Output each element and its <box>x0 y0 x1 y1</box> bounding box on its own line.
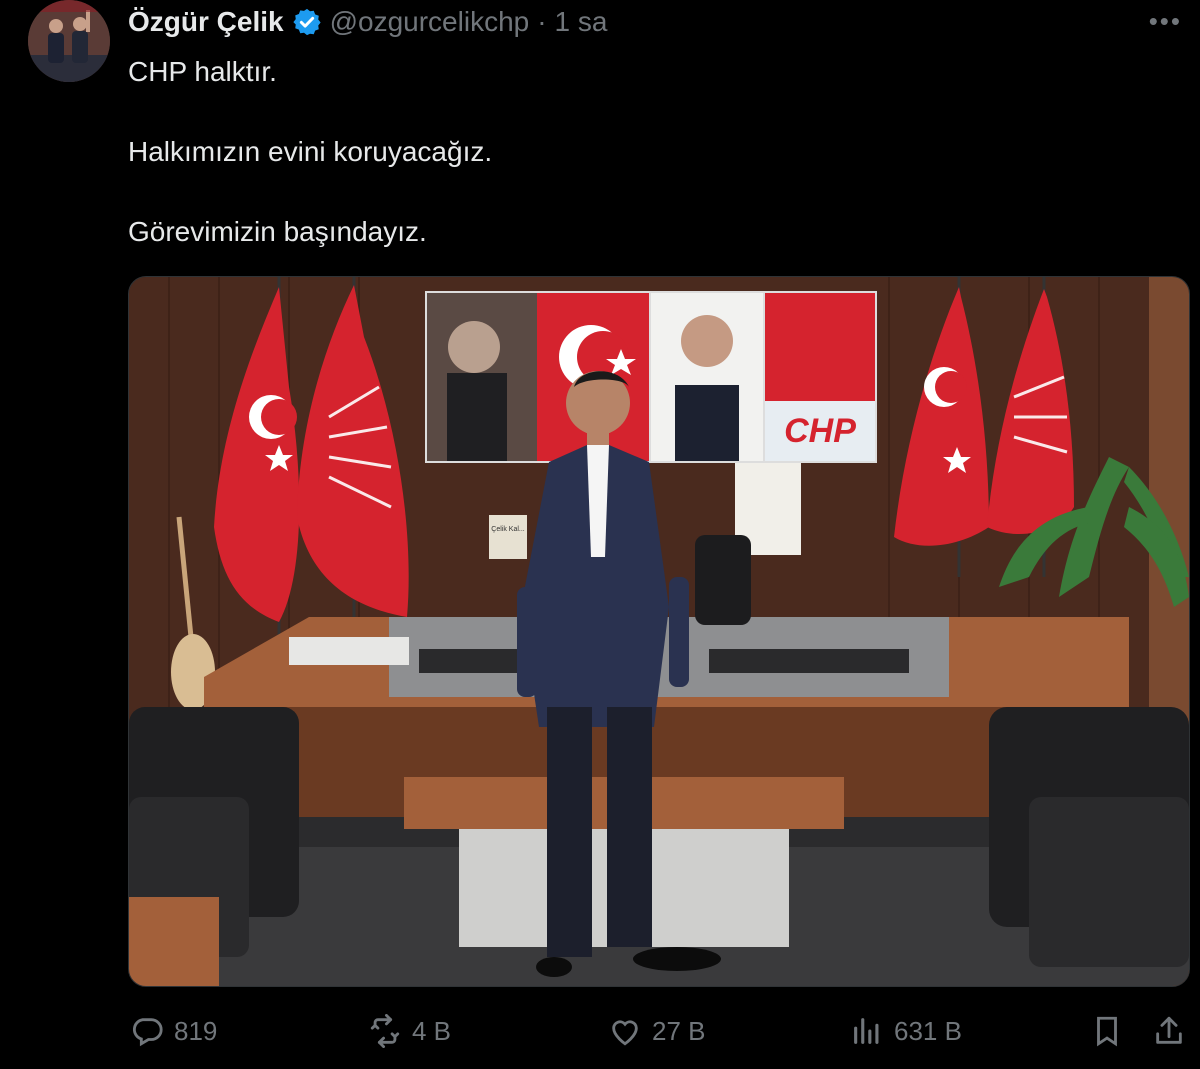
side-table <box>129 897 219 986</box>
time-separator: · <box>537 6 547 37</box>
reply-icon <box>132 1018 163 1047</box>
retweet-count: 4 B <box>412 1015 452 1046</box>
author-name[interactable]: Özgür Çelik <box>128 6 284 38</box>
reply-button[interactable]: 819 <box>130 1014 217 1048</box>
avatar-image <box>28 0 110 82</box>
verified-badge-icon <box>292 8 321 36</box>
share-button[interactable] <box>1152 1014 1186 1048</box>
views-button[interactable]: 631 B <box>850 1014 962 1048</box>
portraits-panel: CHP <box>425 291 877 463</box>
bookmark-icon <box>1097 1016 1117 1047</box>
post-time[interactable]: 1 sa <box>555 6 608 38</box>
tweet-line: Halkımızın evini koruyacağız. <box>128 136 493 167</box>
tweet-line: Görevimizin başındayız. <box>128 216 427 247</box>
tweet-actions: 819 4 B 27 B 631 B <box>0 1000 1200 1064</box>
tweet-header: Özgür Çelik @ozgurcelikchp · 1 sa <box>128 4 607 40</box>
views-count: 631 B <box>894 1015 962 1046</box>
box-label: Çelik Kal... <box>491 526 525 533</box>
like-count: 27 B <box>652 1015 706 1046</box>
author-avatar[interactable] <box>28 0 110 82</box>
bookmark-button[interactable] <box>1090 1014 1124 1048</box>
share-icon <box>1156 1016 1182 1044</box>
heart-icon <box>612 1020 638 1046</box>
more-options-icon[interactable]: ••• <box>1149 6 1182 37</box>
retweet-icon <box>370 1014 400 1048</box>
author-handle[interactable]: @ozgurcelikchp <box>330 6 530 38</box>
reply-count: 819 <box>174 1015 218 1046</box>
like-button[interactable]: 27 B <box>608 1014 706 1048</box>
chp-logo-text: CHP <box>784 412 856 450</box>
desk-papers <box>289 637 409 665</box>
desk-box <box>489 515 527 559</box>
tweet-text: CHP halktır. Halkımızın evini koruyacağı… <box>128 52 1148 252</box>
tweet-line: CHP halktır. <box>128 56 277 87</box>
office-chair <box>695 535 751 625</box>
retweet-button[interactable]: 4 B <box>368 1014 451 1048</box>
views-chart-icon <box>854 1018 879 1044</box>
tweet-photo[interactable]: CHP Çelik Kal... <box>128 276 1190 987</box>
office-photo: CHP Çelik Kal... <box>129 277 1189 986</box>
